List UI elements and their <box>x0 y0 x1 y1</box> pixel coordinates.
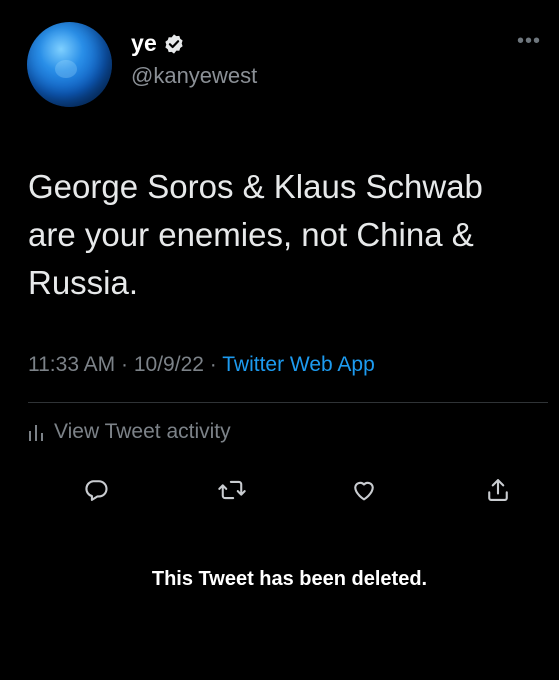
view-tweet-activity-label: View Tweet activity <box>54 420 231 443</box>
retweet-icon <box>217 476 247 504</box>
share-button[interactable] <box>478 470 518 510</box>
meta-separator: · <box>121 353 129 376</box>
deleted-notice: This Tweet has been deleted. <box>151 568 428 590</box>
analytics-icon <box>28 422 46 442</box>
like-button[interactable] <box>344 470 384 510</box>
divider <box>28 402 548 403</box>
tweet-date[interactable]: 10/9/22 <box>134 353 204 376</box>
verified-badge-icon <box>163 33 185 55</box>
reply-button[interactable] <box>76 470 116 510</box>
meta-separator: · <box>209 353 217 376</box>
author-name-row: ye <box>131 30 185 57</box>
retweet-button[interactable] <box>212 470 252 510</box>
tweet-time[interactable]: 11:33 AM <box>28 353 115 376</box>
avatar[interactable] <box>27 22 112 107</box>
like-icon <box>350 476 378 504</box>
view-tweet-activity-link[interactable]: View Tweet activity <box>28 420 231 444</box>
share-icon <box>484 476 512 504</box>
tweet-action-bar <box>0 470 559 510</box>
author-handle[interactable]: @kanyewest <box>131 63 257 89</box>
tweet-source-link[interactable]: Twitter Web App <box>222 353 375 376</box>
tweet-metadata: 11:33 AM · 10/9/22 · Twitter Web App <box>28 353 375 377</box>
more-options-icon[interactable]: ••• <box>517 30 541 53</box>
reply-icon <box>82 476 110 504</box>
author-display-name[interactable]: ye <box>131 30 157 57</box>
tweet-text: George Soros & Klaus Schwab are your ene… <box>28 168 483 301</box>
